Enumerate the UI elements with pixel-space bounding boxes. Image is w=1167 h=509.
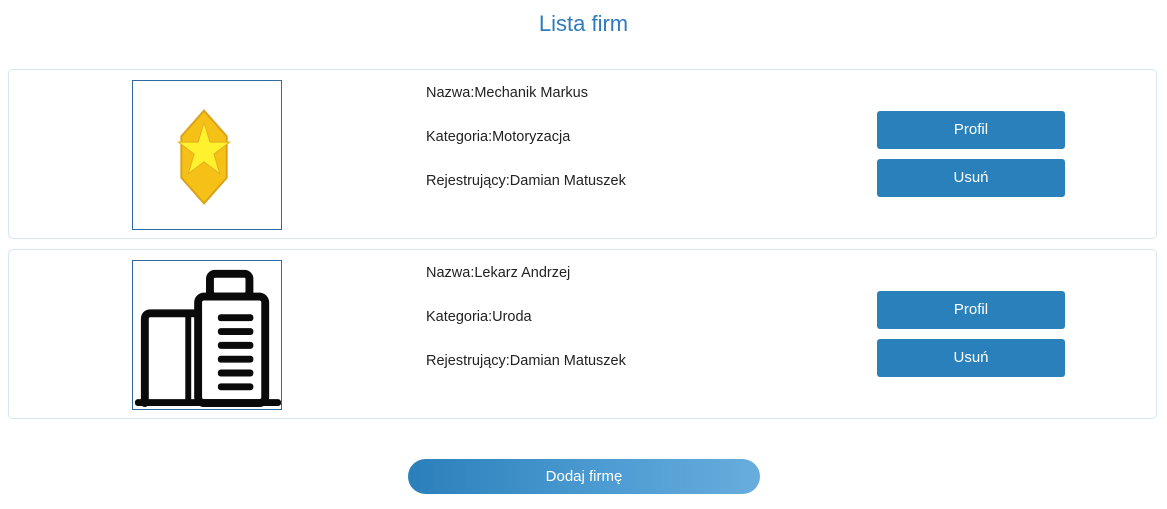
company-logo xyxy=(132,80,282,230)
delete-button[interactable]: Usuń xyxy=(877,339,1065,377)
add-company-button[interactable]: Dodaj firmę xyxy=(408,459,760,494)
company-info: Nazwa:Lekarz Andrzej Kategoria:Uroda Rej… xyxy=(426,262,626,394)
delete-button[interactable]: Usuń xyxy=(877,159,1065,197)
company-registrant: Rejestrujący:Damian Matuszek xyxy=(426,353,626,369)
company-card: Nazwa:Lekarz Andrzej Kategoria:Uroda Rej… xyxy=(8,249,1157,419)
page-title: Lista firm xyxy=(538,11,629,36)
company-logo xyxy=(132,260,282,410)
company-name: Nazwa:Mechanik Markus xyxy=(426,85,588,101)
company-card: Nazwa:Mechanik Markus Kategoria:Motoryza… xyxy=(8,69,1157,239)
company-category: Kategoria:Uroda xyxy=(426,309,532,325)
profile-button[interactable]: Profil xyxy=(877,111,1065,149)
company-info: Nazwa:Mechanik Markus Kategoria:Motoryza… xyxy=(426,82,626,214)
company-registrant: Rejestrujący:Damian Matuszek xyxy=(426,173,626,189)
company-category: Kategoria:Motoryzacja xyxy=(426,129,571,145)
gold-star-badge-icon xyxy=(176,109,232,205)
profile-button[interactable]: Profil xyxy=(877,291,1065,329)
company-name: Nazwa:Lekarz Andrzej xyxy=(426,265,571,281)
office-building-icon xyxy=(134,269,281,408)
